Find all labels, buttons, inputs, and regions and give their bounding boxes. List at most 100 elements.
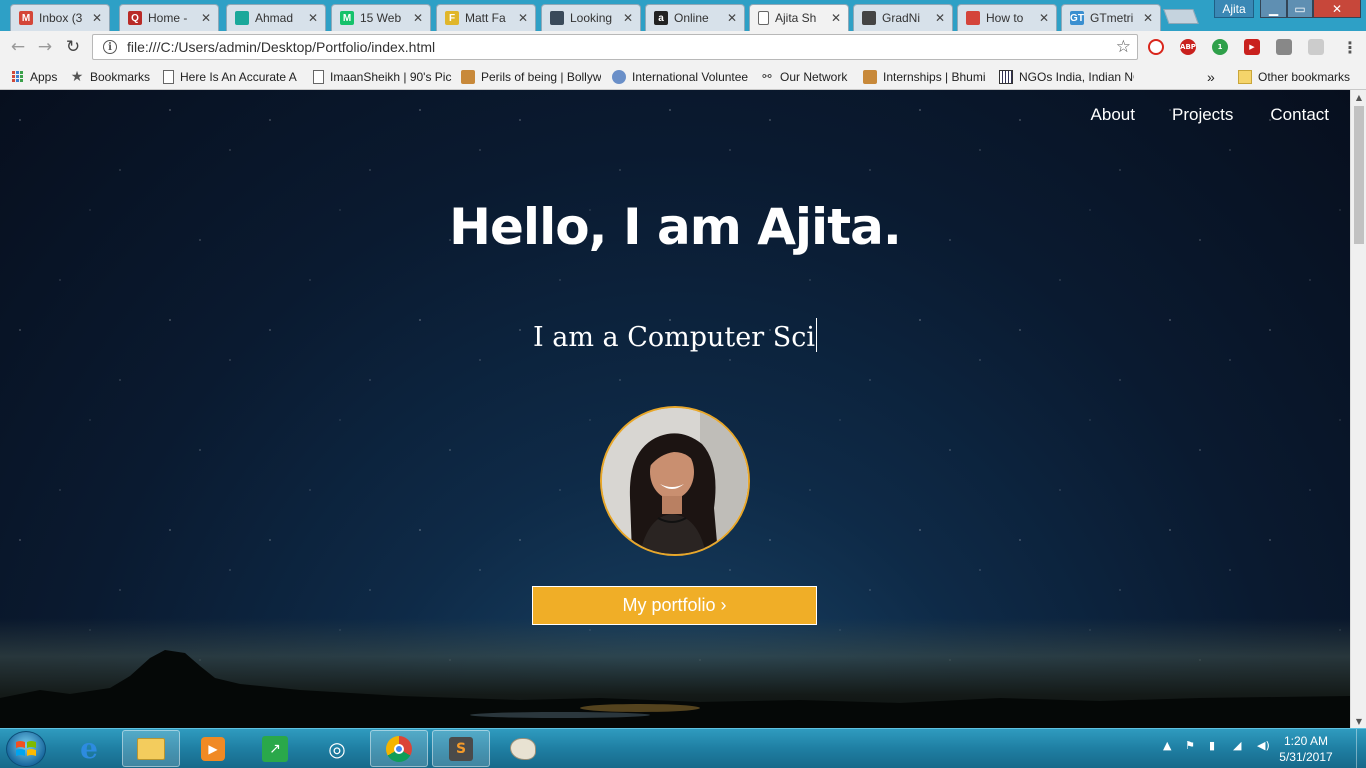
tab[interactable]: Looking ✕: [541, 4, 641, 31]
site-icon: [461, 69, 475, 84]
tab[interactable]: F Matt Fa ✕: [436, 4, 536, 31]
bookmark-item[interactable]: ⚯ Our Network: [760, 68, 855, 85]
address-bar[interactable]: i file:///C:/Users/admin/Desktop/Portfol…: [92, 34, 1138, 60]
bookmark-item[interactable]: NGOs India, Indian NG: [999, 68, 1134, 85]
tab[interactable]: M Inbox (3 ✕: [10, 4, 110, 31]
tab[interactable]: a Online ✕: [645, 4, 745, 31]
tab-close-icon[interactable]: ✕: [830, 11, 842, 25]
medium-icon: M: [340, 11, 354, 25]
nav-about[interactable]: About: [1091, 105, 1135, 125]
reload-button[interactable]: ↻: [63, 37, 83, 57]
site-nav: About Projects Contact: [1054, 105, 1329, 125]
tab[interactable]: GradNi ✕: [853, 4, 953, 31]
address-url[interactable]: file:///C:/Users/admin/Desktop/Portfolio…: [127, 39, 1116, 55]
opera-extension-icon[interactable]: [1148, 39, 1164, 55]
bookmark-label: Apps: [30, 69, 58, 84]
bookmark-star-icon[interactable]: ☆: [1116, 37, 1131, 57]
tab-close-icon[interactable]: ✕: [1038, 11, 1050, 25]
tab-label: Inbox (3: [39, 11, 83, 25]
show-hidden-icons[interactable]: ▲: [1163, 739, 1171, 752]
nav-projects[interactable]: Projects: [1172, 105, 1233, 125]
quora-icon: Q: [128, 11, 142, 25]
tab[interactable]: How to ✕: [957, 4, 1057, 31]
profile-photo: [600, 406, 750, 556]
new-tab-button[interactable]: [1163, 9, 1199, 24]
back-button[interactable]: ←: [8, 37, 28, 57]
tab-label: Home -: [148, 11, 188, 25]
tab-label: Looking: [570, 11, 613, 25]
network-signal-icon[interactable]: ◢: [1233, 739, 1241, 752]
action-center-flag-icon[interactable]: ⚑: [1185, 739, 1195, 752]
file-explorer-icon[interactable]: [122, 730, 180, 767]
bookmark-label: NGOs India, Indian NG: [1019, 69, 1134, 84]
tab[interactable]: Q Home - ✕: [119, 4, 219, 31]
tab-close-icon[interactable]: ✕: [412, 11, 424, 25]
start-button[interactable]: [6, 731, 46, 767]
bookmark-item[interactable]: Apps: [10, 68, 60, 85]
system-clock[interactable]: 1:20 AM 5/31/2017: [1276, 733, 1336, 765]
volume-icon[interactable]: ◀): [1257, 739, 1270, 752]
tab-close-icon[interactable]: ✕: [307, 11, 319, 25]
bookmark-item[interactable]: Here Is An Accurate A: [163, 68, 303, 85]
folder-icon: [1238, 69, 1252, 84]
battery-icon[interactable]: ▮: [1209, 739, 1215, 752]
internet-explorer-icon[interactable]: e: [60, 730, 118, 767]
adblock-plus-icon[interactable]: ABP: [1180, 39, 1196, 55]
tab-label: Matt Fa: [465, 11, 506, 25]
page-scrollbar[interactable]: ▲ ▼: [1350, 90, 1366, 728]
tab-close-icon[interactable]: ✕: [200, 11, 212, 25]
stock-app-icon[interactable]: ↗: [246, 730, 304, 767]
maximize-button[interactable]: ▭: [1287, 0, 1313, 18]
wifi-app-icon[interactable]: ◎: [308, 730, 366, 767]
tab-close-icon[interactable]: ✕: [934, 11, 946, 25]
media-player-icon[interactable]: ▶: [184, 730, 242, 767]
bookmark-label: International Voluntee: [632, 69, 749, 84]
window-close-button[interactable]: ✕: [1313, 0, 1361, 18]
tab-label: Ahmad: [255, 11, 294, 25]
camera-extension-icon[interactable]: [1308, 39, 1324, 55]
tab-close-icon[interactable]: ✕: [622, 11, 634, 25]
chrome-menu-icon[interactable]: ⋮: [1342, 38, 1358, 57]
profile-button[interactable]: Ajita: [1214, 0, 1254, 18]
bookmark-item[interactable]: Internships | Bhumi: [863, 68, 991, 85]
chrome-taskbar-icon[interactable]: [370, 730, 428, 767]
sublime-text-icon[interactable]: S: [432, 730, 490, 767]
forward-button[interactable]: →: [35, 37, 55, 57]
arrow-left-icon: ←: [10, 37, 26, 57]
bookmark-item[interactable]: ImaanSheikh | 90's Pic: [313, 68, 453, 85]
extension-icon[interactable]: 1: [1212, 39, 1228, 55]
info-icon[interactable]: i: [103, 40, 117, 54]
nav-contact[interactable]: Contact: [1270, 105, 1329, 125]
tab-close-icon[interactable]: ✕: [726, 11, 738, 25]
scroll-up-icon[interactable]: ▲: [1351, 90, 1366, 104]
globe-icon: [612, 69, 626, 84]
gtmetrix-icon: GT: [1070, 11, 1084, 25]
bookmarks-overflow-button[interactable]: »: [1207, 68, 1215, 85]
bookmark-item[interactable]: Perils of being | Bollyw: [461, 68, 601, 85]
clock-time: 1:20 AM: [1283, 734, 1329, 748]
tab-close-icon[interactable]: ✕: [517, 11, 529, 25]
apps-grid-icon: [10, 70, 24, 84]
typed-subtitle: I am a Computer Sci: [533, 322, 815, 353]
tab[interactable]: GT GTmetri ✕: [1061, 4, 1161, 31]
tab[interactable]: M 15 Web ✕: [331, 4, 431, 31]
scroll-thumb[interactable]: [1354, 106, 1364, 244]
page-icon: [313, 69, 324, 84]
bookmark-item[interactable]: International Voluntee: [612, 68, 752, 85]
bookmark-item[interactable]: ★ Bookmarks: [70, 68, 155, 85]
minimize-button[interactable]: ▁: [1260, 0, 1287, 18]
video-extension-icon[interactable]: ▶: [1244, 39, 1260, 55]
tab-close-icon[interactable]: ✕: [1142, 11, 1154, 25]
my-portfolio-button[interactable]: My portfolio ›: [532, 586, 817, 625]
tab-close-icon[interactable]: ✕: [91, 11, 103, 25]
bookmarks-bar: Apps ★ Bookmarks Here Is An Accurate A Imaan…: [0, 63, 1366, 90]
tab[interactable]: Ahmad ✕: [226, 4, 326, 31]
paint-app-icon[interactable]: [494, 730, 552, 767]
tab-active[interactable]: Ajita Sh ✕: [749, 4, 849, 31]
show-desktop-button[interactable]: [1356, 729, 1366, 768]
document-icon: [758, 11, 769, 25]
extension-icon[interactable]: [1276, 39, 1292, 55]
other-bookmarks[interactable]: Other bookmarks: [1238, 68, 1350, 85]
scroll-down-icon[interactable]: ▼: [1351, 714, 1366, 728]
tab-label: Online: [674, 11, 709, 25]
